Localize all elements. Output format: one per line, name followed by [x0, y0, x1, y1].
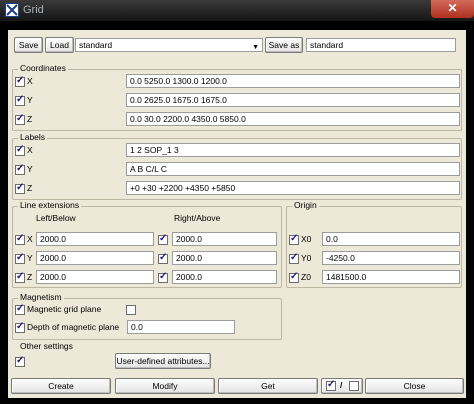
coord-x-input[interactable]: 0.0 5250.0 1300.0 1200.0 [126, 74, 460, 88]
ext-y-right-checkbox[interactable] [158, 252, 168, 264]
label-y-checkbox[interactable] [15, 163, 25, 175]
coord-z-input[interactable]: 0.0 30.0 2200.0 4350.0 5850.0 [126, 112, 460, 126]
ext-z-checkbox[interactable] [15, 271, 25, 283]
ext-y-label: Y [27, 253, 33, 263]
create-button[interactable]: Create [11, 378, 111, 394]
window-close-button[interactable]: ✕ [431, 0, 474, 18]
label-x-checkbox[interactable] [15, 144, 25, 156]
ext-y-left-input[interactable]: 2000.0 [36, 251, 154, 265]
ext-z-right-checkbox[interactable] [158, 271, 168, 283]
coord-z-label: Z [27, 114, 33, 124]
magnetic-grid-plane-toggle-checkbox[interactable] [15, 303, 25, 315]
ext-x-checkbox[interactable] [15, 233, 25, 245]
toggle-separator: / [340, 380, 343, 390]
depth-magnetic-plane-input[interactable]: 0.0 [127, 320, 235, 334]
ext-x-label: X [27, 234, 33, 244]
other-settings-checkbox[interactable] [15, 355, 25, 367]
dialog-client-area: Save Load standard ▼ Save as standard Co… [8, 30, 466, 398]
ext-y-right-input[interactable]: 2000.0 [172, 251, 277, 265]
coord-y-checkbox[interactable] [15, 94, 25, 106]
origin-x0-checkbox[interactable] [289, 233, 299, 245]
checked-box-icon [326, 379, 336, 391]
save-as-button[interactable]: Save as [265, 37, 303, 53]
coord-y-label: Y [27, 95, 33, 105]
ext-y-checkbox[interactable] [15, 252, 25, 264]
coord-y-input[interactable]: 0.0 2625.0 1675.0 1675.0 [126, 93, 460, 107]
check-all-toggle-button[interactable]: / [321, 378, 363, 394]
label-y-input[interactable]: A B C/L C [126, 162, 460, 176]
user-defined-attributes-button[interactable]: User-defined attributes... [115, 353, 211, 369]
origin-y0-checkbox[interactable] [289, 252, 299, 264]
app-icon [5, 3, 19, 17]
origin-z0-checkbox[interactable] [289, 271, 299, 283]
label-x-label: X [27, 145, 33, 155]
grid-dialog-window: Grid ✕ Save Load standard ▼ Save as stan… [0, 0, 474, 404]
origin-x0-input[interactable]: 0.0 [322, 232, 460, 246]
label-z-label: Z [27, 183, 33, 193]
origin-z0-input[interactable]: 1481500.0 [322, 270, 460, 284]
ext-x-right-checkbox[interactable] [158, 233, 168, 245]
magnetic-grid-plane-checkbox[interactable] [126, 305, 136, 315]
label-z-checkbox[interactable] [15, 182, 25, 194]
ext-x-left-input[interactable]: 2000.0 [36, 232, 154, 246]
preset-dropdown-value: standard [79, 40, 113, 50]
window-title: Grid [23, 4, 44, 16]
right-above-header: Right/Above [174, 213, 221, 223]
ext-x-right-input[interactable]: 2000.0 [172, 232, 277, 246]
coordinates-legend: Coordinates [18, 63, 68, 73]
coord-z-checkbox[interactable] [15, 113, 25, 125]
unchecked-box-icon [349, 381, 359, 391]
chevron-down-icon: ▼ [252, 44, 259, 51]
title-bar[interactable]: Grid ✕ [0, 0, 474, 21]
get-button[interactable]: Get [218, 378, 318, 394]
ext-z-left-input[interactable]: 2000.0 [36, 270, 154, 284]
magnetic-grid-plane-label: Magnetic grid plane [27, 304, 102, 314]
load-button[interactable]: Load [45, 37, 74, 53]
ext-z-label: Z [27, 272, 33, 282]
save-button[interactable]: Save [14, 37, 43, 53]
depth-magnetic-plane-checkbox[interactable] [15, 321, 25, 333]
close-button[interactable]: Close [365, 378, 464, 394]
origin-y0-label: Y0 [301, 253, 312, 263]
line-extensions-legend: Line extensions [18, 200, 82, 210]
depth-magnetic-plane-label: Depth of magnetic plane [27, 322, 120, 332]
magnetism-legend: Magnetism [18, 292, 64, 302]
origin-y0-input[interactable]: -4250.0 [322, 251, 460, 265]
coord-x-label: X [27, 76, 33, 86]
modify-button[interactable]: Modify [115, 378, 215, 394]
save-as-name-input[interactable]: standard [306, 38, 456, 52]
origin-x0-label: X0 [301, 234, 312, 244]
label-x-input[interactable]: 1 2 SOP_1 3 [126, 143, 460, 157]
coord-x-checkbox[interactable] [15, 75, 25, 87]
other-settings-legend: Other settings [18, 341, 75, 351]
origin-legend: Origin [292, 200, 319, 210]
left-below-header: Left/Below [36, 213, 76, 223]
ext-z-right-input[interactable]: 2000.0 [172, 270, 277, 284]
origin-z0-label: Z0 [301, 272, 311, 282]
label-z-input[interactable]: +0 +30 +2200 +4350 +5850 [126, 181, 460, 195]
labels-legend: Labels [18, 132, 48, 142]
label-y-label: Y [27, 164, 33, 174]
preset-dropdown[interactable]: standard ▼ [75, 38, 263, 52]
